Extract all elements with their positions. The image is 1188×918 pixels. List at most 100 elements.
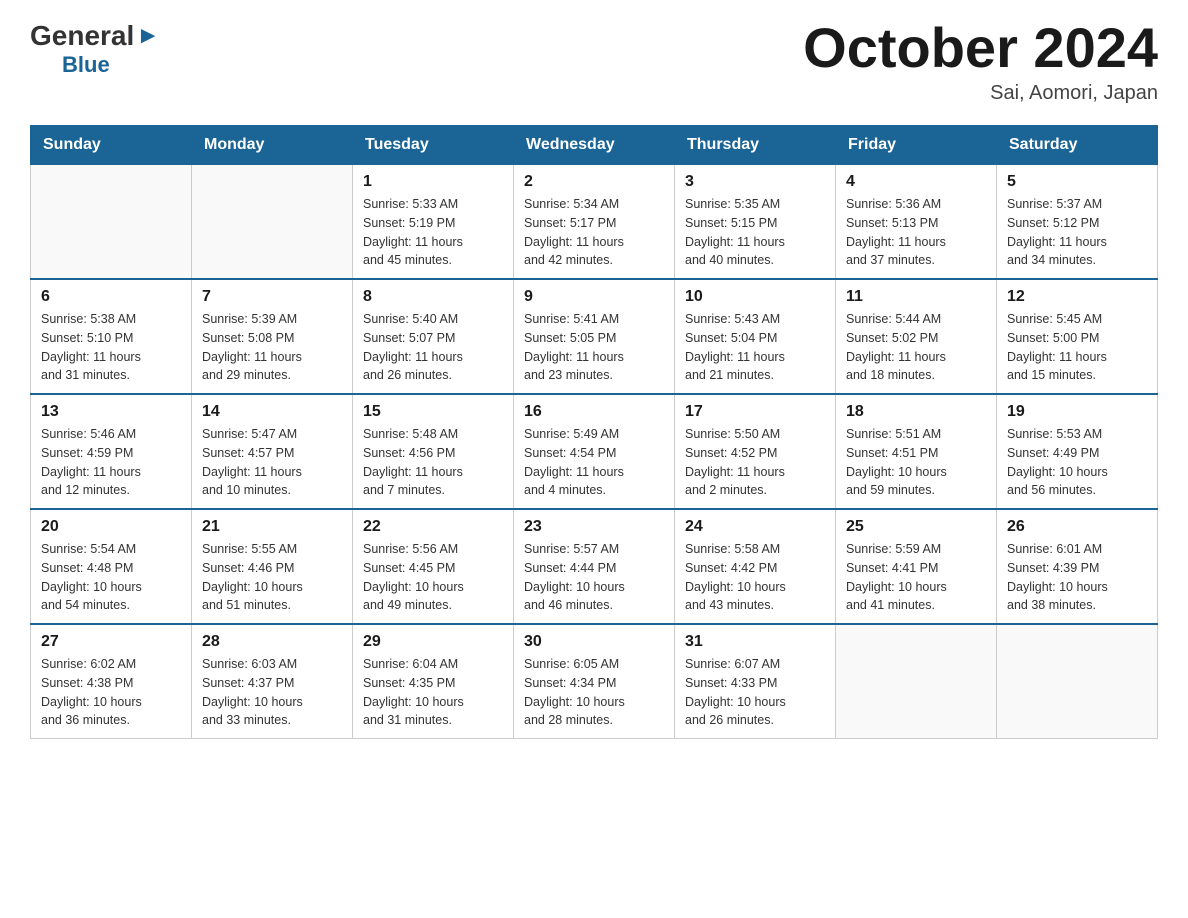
day-number: 19 — [1007, 403, 1147, 421]
day-number: 28 — [202, 633, 342, 651]
day-info: Sunrise: 5:57 AM Sunset: 4:44 PM Dayligh… — [524, 540, 664, 615]
calendar-cell: 8 Sunrise: 5:40 AM Sunset: 5:07 PM Daylig… — [353, 279, 514, 394]
day-number: 2 — [524, 173, 664, 191]
day-number: 13 — [41, 403, 181, 421]
calendar-cell — [997, 624, 1158, 739]
calendar-cell: 31Sunrise: 6:07 AM Sunset: 4:33 PM Dayli… — [675, 624, 836, 739]
calendar-cell: 19 Sunrise: 5:53 AM Sunset: 4:49 PM Dayli… — [997, 394, 1158, 509]
calendar-cell: 9 Sunrise: 5:41 AM Sunset: 5:05 PM Daylig… — [514, 279, 675, 394]
day-number: 9 — [524, 288, 664, 306]
calendar-header-wednesday: Wednesday — [514, 126, 675, 165]
day-number: 8 — [363, 288, 503, 306]
calendar-cell — [836, 624, 997, 739]
day-number: 5 — [1007, 173, 1147, 191]
calendar-header-saturday: Saturday — [997, 126, 1158, 165]
day-info: Sunrise: 5:40 AM Sunset: 5:07 PM Dayligh… — [363, 310, 503, 385]
day-info: Sunrise: 5:36 AM Sunset: 5:13 PM Dayligh… — [846, 195, 986, 270]
day-number: 23 — [524, 518, 664, 536]
calendar-cell: 18 Sunrise: 5:51 AM Sunset: 4:51 PM Dayli… — [836, 394, 997, 509]
calendar-cell: 4 Sunrise: 5:36 AM Sunset: 5:13 PM Daylig… — [836, 165, 997, 280]
calendar-cell: 7Sunrise: 5:39 AM Sunset: 5:08 PM Daylig… — [192, 279, 353, 394]
calendar-cell: 27Sunrise: 6:02 AM Sunset: 4:38 PM Dayli… — [31, 624, 192, 739]
day-number: 22 — [363, 518, 503, 536]
day-number: 31 — [685, 633, 825, 651]
calendar-cell — [31, 165, 192, 280]
calendar-cell: 3 Sunrise: 5:35 AM Sunset: 5:15 PM Daylig… — [675, 165, 836, 280]
day-info: Sunrise: 5:51 AM Sunset: 4:51 PM Dayligh… — [846, 425, 986, 500]
day-number: 6 — [41, 288, 181, 306]
calendar-cell: 25 Sunrise: 5:59 AM Sunset: 4:41 PM Dayli… — [836, 509, 997, 624]
calendar-cell: 5 Sunrise: 5:37 AM Sunset: 5:12 PM Daylig… — [997, 165, 1158, 280]
calendar-cell — [192, 165, 353, 280]
calendar-cell: 23 Sunrise: 5:57 AM Sunset: 4:44 PM Dayli… — [514, 509, 675, 624]
day-info: Sunrise: 5:33 AM Sunset: 5:19 PM Dayligh… — [363, 195, 503, 270]
day-number: 27 — [41, 633, 181, 651]
calendar-cell: 6 Sunrise: 5:38 AM Sunset: 5:10 PM Daylig… — [31, 279, 192, 394]
calendar-table: SundayMondayTuesdayWednesdayThursdayFrid… — [30, 125, 1158, 739]
calendar-cell: 28 Sunrise: 6:03 AM Sunset: 4:37 PM Dayli… — [192, 624, 353, 739]
logo-arrow-icon: ► — [136, 22, 160, 50]
calendar-cell: 26Sunrise: 6:01 AM Sunset: 4:39 PM Dayli… — [997, 509, 1158, 624]
day-number: 11 — [846, 288, 986, 306]
calendar-cell: 2 Sunrise: 5:34 AM Sunset: 5:17 PM Daylig… — [514, 165, 675, 280]
day-info: Sunrise: 5:58 AM Sunset: 4:42 PM Dayligh… — [685, 540, 825, 615]
page-header: General ► Blue October 2024 Sai, Aomori,… — [30, 20, 1158, 105]
day-info: Sunrise: 5:59 AM Sunset: 4:41 PM Dayligh… — [846, 540, 986, 615]
day-info: Sunrise: 5:54 AM Sunset: 4:48 PM Dayligh… — [41, 540, 181, 615]
logo-blue-text: Blue — [62, 52, 110, 77]
day-info: Sunrise: 5:53 AM Sunset: 4:49 PM Dayligh… — [1007, 425, 1147, 500]
calendar-cell: 14Sunrise: 5:47 AM Sunset: 4:57 PM Dayli… — [192, 394, 353, 509]
day-number: 16 — [524, 403, 664, 421]
logo-general-text: General — [30, 20, 134, 52]
day-number: 10 — [685, 288, 825, 306]
day-info: Sunrise: 5:37 AM Sunset: 5:12 PM Dayligh… — [1007, 195, 1147, 270]
day-number: 18 — [846, 403, 986, 421]
day-number: 26 — [1007, 518, 1147, 536]
calendar-week-row-2: 13 Sunrise: 5:46 AM Sunset: 4:59 PM Dayli… — [31, 394, 1158, 509]
day-number: 25 — [846, 518, 986, 536]
day-info: Sunrise: 6:03 AM Sunset: 4:37 PM Dayligh… — [202, 655, 342, 730]
day-number: 14 — [202, 403, 342, 421]
calendar-cell: 10 Sunrise: 5:43 AM Sunset: 5:04 PM Dayli… — [675, 279, 836, 394]
day-number: 24 — [685, 518, 825, 536]
day-info: Sunrise: 5:34 AM Sunset: 5:17 PM Dayligh… — [524, 195, 664, 270]
calendar-header-monday: Monday — [192, 126, 353, 165]
day-number: 29 — [363, 633, 503, 651]
day-number: 15 — [363, 403, 503, 421]
calendar-cell: 12 Sunrise: 5:45 AM Sunset: 5:00 PM Dayli… — [997, 279, 1158, 394]
day-info: Sunrise: 6:04 AM Sunset: 4:35 PM Dayligh… — [363, 655, 503, 730]
calendar-header-sunday: Sunday — [31, 126, 192, 165]
day-number: 1 — [363, 173, 503, 191]
day-number: 17 — [685, 403, 825, 421]
calendar-header-friday: Friday — [836, 126, 997, 165]
day-number: 7 — [202, 288, 342, 306]
calendar-cell: 16 Sunrise: 5:49 AM Sunset: 4:54 PM Dayli… — [514, 394, 675, 509]
day-info: Sunrise: 6:05 AM Sunset: 4:34 PM Dayligh… — [524, 655, 664, 730]
day-info: Sunrise: 5:41 AM Sunset: 5:05 PM Dayligh… — [524, 310, 664, 385]
day-number: 30 — [524, 633, 664, 651]
day-info: Sunrise: 5:35 AM Sunset: 5:15 PM Dayligh… — [685, 195, 825, 270]
day-info: Sunrise: 5:55 AM Sunset: 4:46 PM Dayligh… — [202, 540, 342, 615]
calendar-cell: 20Sunrise: 5:54 AM Sunset: 4:48 PM Dayli… — [31, 509, 192, 624]
day-number: 12 — [1007, 288, 1147, 306]
calendar-header-tuesday: Tuesday — [353, 126, 514, 165]
day-info: Sunrise: 5:49 AM Sunset: 4:54 PM Dayligh… — [524, 425, 664, 500]
day-info: Sunrise: 5:45 AM Sunset: 5:00 PM Dayligh… — [1007, 310, 1147, 385]
calendar-cell: 24 Sunrise: 5:58 AM Sunset: 4:42 PM Dayli… — [675, 509, 836, 624]
day-info: Sunrise: 5:43 AM Sunset: 5:04 PM Dayligh… — [685, 310, 825, 385]
day-info: Sunrise: 5:50 AM Sunset: 4:52 PM Dayligh… — [685, 425, 825, 500]
calendar-cell: 15 Sunrise: 5:48 AM Sunset: 4:56 PM Dayli… — [353, 394, 514, 509]
calendar-week-row-1: 6 Sunrise: 5:38 AM Sunset: 5:10 PM Daylig… — [31, 279, 1158, 394]
day-info: Sunrise: 5:48 AM Sunset: 4:56 PM Dayligh… — [363, 425, 503, 500]
day-number: 3 — [685, 173, 825, 191]
logo: General ► Blue — [30, 20, 160, 78]
day-number: 4 — [846, 173, 986, 191]
calendar-header-thursday: Thursday — [675, 126, 836, 165]
day-info: Sunrise: 5:46 AM Sunset: 4:59 PM Dayligh… — [41, 425, 181, 500]
month-title: October 2024 — [803, 20, 1158, 76]
calendar-cell: 13 Sunrise: 5:46 AM Sunset: 4:59 PM Dayli… — [31, 394, 192, 509]
location: Sai, Aomori, Japan — [803, 82, 1158, 105]
calendar-header-row: SundayMondayTuesdayWednesdayThursdayFrid… — [31, 126, 1158, 165]
calendar-week-row-4: 27Sunrise: 6:02 AM Sunset: 4:38 PM Dayli… — [31, 624, 1158, 739]
day-info: Sunrise: 5:38 AM Sunset: 5:10 PM Dayligh… — [41, 310, 181, 385]
